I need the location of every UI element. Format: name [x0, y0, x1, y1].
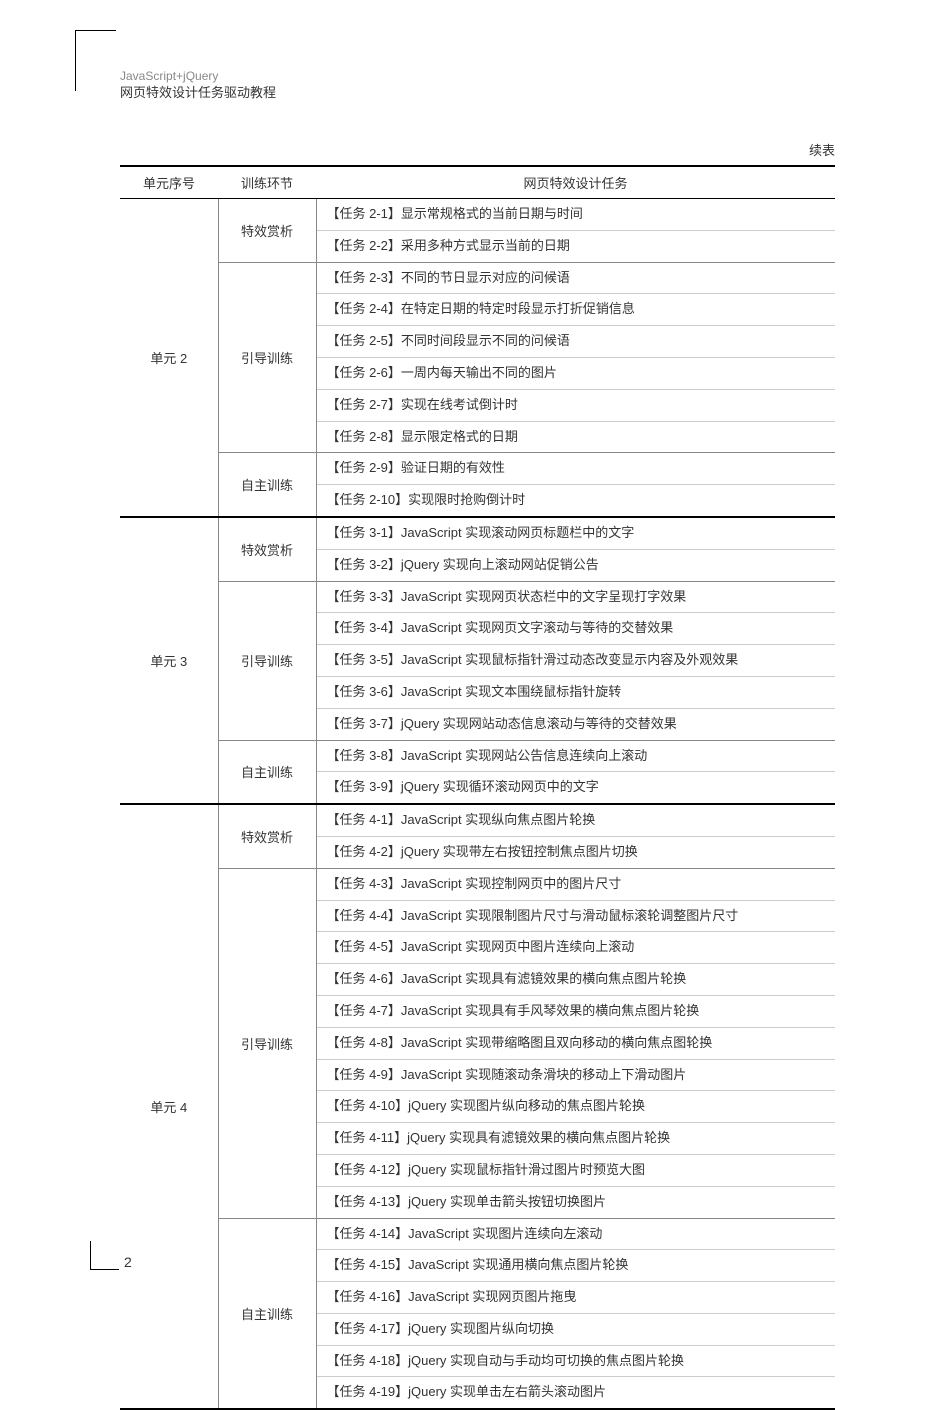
tasks-cell: 【任务 3-3】JavaScript 实现网页状态栏中的文字呈现打字效果【任务 …: [316, 581, 835, 740]
col-task: 网页特效设计任务: [316, 166, 835, 199]
phase-cell: 引导训练: [218, 868, 316, 1218]
table-row: 自主训练【任务 3-8】JavaScript 实现网站公告信息连续向上滚动【任务…: [120, 740, 835, 804]
unit-cell: 单元 3: [120, 517, 218, 804]
task-line: 【任务 3-3】JavaScript 实现网页状态栏中的文字呈现打字效果: [317, 582, 836, 614]
table-row: 引导训练【任务 4-3】JavaScript 实现控制网页中的图片尺寸【任务 4…: [120, 868, 835, 1218]
task-line: 【任务 3-1】JavaScript 实现滚动网页标题栏中的文字: [317, 518, 836, 550]
table-row: 自主训练【任务 2-9】验证日期的有效性【任务 2-10】实现限时抢购倒计时: [120, 453, 835, 517]
phase-cell: 自主训练: [218, 453, 316, 517]
task-line: 【任务 3-7】jQuery 实现网站动态信息滚动与等待的交替效果: [317, 709, 836, 740]
header-line2: 网页特效设计任务驱动教程: [120, 84, 276, 102]
task-line: 【任务 4-15】JavaScript 实现通用横向焦点图片轮换: [317, 1250, 836, 1282]
task-line: 【任务 4-4】JavaScript 实现限制图片尺寸与滑动鼠标滚轮调整图片尺寸: [317, 901, 836, 933]
phase-cell: 特效赏析: [218, 199, 316, 263]
task-line: 【任务 3-2】jQuery 实现向上滚动网站促销公告: [317, 550, 836, 581]
task-line: 【任务 4-8】JavaScript 实现带缩略图且双向移动的横向焦点图轮换: [317, 1028, 836, 1060]
task-line: 【任务 4-13】jQuery 实现单击箭头按钮切换图片: [317, 1187, 836, 1218]
task-table: 单元序号 训练环节 网页特效设计任务 单元 2特效赏析【任务 2-1】显示常规格…: [120, 165, 835, 1410]
tasks-cell: 【任务 4-14】JavaScript 实现图片连续向左滚动【任务 4-15】J…: [316, 1218, 835, 1409]
page: JavaScript+jQuery 网页特效设计任务驱动教程 续表 单元序号 训…: [0, 0, 945, 1316]
continued-label: 续表: [120, 140, 835, 159]
task-line: 【任务 2-2】采用多种方式显示当前的日期: [317, 231, 836, 262]
phase-cell: 特效赏析: [218, 517, 316, 581]
tasks-cell: 【任务 2-9】验证日期的有效性【任务 2-10】实现限时抢购倒计时: [316, 453, 835, 517]
tasks-cell: 【任务 4-1】JavaScript 实现纵向焦点图片轮换【任务 4-2】jQu…: [316, 804, 835, 868]
corner-decoration-top: [75, 30, 116, 91]
tasks-cell: 【任务 4-3】JavaScript 实现控制网页中的图片尺寸【任务 4-4】J…: [316, 868, 835, 1218]
table-row: 单元 2特效赏析【任务 2-1】显示常规格式的当前日期与时间【任务 2-2】采用…: [120, 199, 835, 263]
task-line: 【任务 2-3】不同的节日显示对应的问候语: [317, 263, 836, 295]
tasks-cell: 【任务 3-8】JavaScript 实现网站公告信息连续向上滚动【任务 3-9…: [316, 740, 835, 804]
task-line: 【任务 4-7】JavaScript 实现具有手风琴效果的横向焦点图片轮换: [317, 996, 836, 1028]
col-unit: 单元序号: [120, 166, 218, 199]
phase-cell: 自主训练: [218, 740, 316, 804]
task-line: 【任务 2-1】显示常规格式的当前日期与时间: [317, 199, 836, 231]
task-line: 【任务 4-10】jQuery 实现图片纵向移动的焦点图片轮换: [317, 1091, 836, 1123]
col-phase: 训练环节: [218, 166, 316, 199]
phase-cell: 引导训练: [218, 262, 316, 453]
task-line: 【任务 4-9】JavaScript 实现随滚动条滑块的移动上下滑动图片: [317, 1060, 836, 1092]
running-header: JavaScript+jQuery 网页特效设计任务驱动教程: [120, 68, 276, 102]
task-line: 【任务 3-8】JavaScript 实现网站公告信息连续向上滚动: [317, 741, 836, 773]
task-line: 【任务 2-5】不同时间段显示不同的问候语: [317, 326, 836, 358]
task-line: 【任务 4-5】JavaScript 实现网页中图片连续向上滚动: [317, 932, 836, 964]
table-row: 引导训练【任务 3-3】JavaScript 实现网页状态栏中的文字呈现打字效果…: [120, 581, 835, 740]
table-row: 自主训练【任务 4-14】JavaScript 实现图片连续向左滚动【任务 4-…: [120, 1218, 835, 1409]
task-line: 【任务 3-5】JavaScript 实现鼠标指针滑过动态改变显示内容及外观效果: [317, 645, 836, 677]
task-line: 【任务 4-11】jQuery 实现具有滤镜效果的横向焦点图片轮换: [317, 1123, 836, 1155]
task-line: 【任务 2-4】在特定日期的特定时段显示打折促销信息: [317, 294, 836, 326]
tasks-cell: 【任务 3-1】JavaScript 实现滚动网页标题栏中的文字【任务 3-2】…: [316, 517, 835, 581]
task-line: 【任务 4-19】jQuery 实现单击左右箭头滚动图片: [317, 1377, 836, 1408]
task-line: 【任务 3-6】JavaScript 实现文本围绕鼠标指针旋转: [317, 677, 836, 709]
task-line: 【任务 4-3】JavaScript 实现控制网页中的图片尺寸: [317, 869, 836, 901]
task-line: 【任务 2-7】实现在线考试倒计时: [317, 390, 836, 422]
tasks-cell: 【任务 2-1】显示常规格式的当前日期与时间【任务 2-2】采用多种方式显示当前…: [316, 199, 835, 263]
phase-cell: 引导训练: [218, 581, 316, 740]
task-line: 【任务 2-6】一周内每天输出不同的图片: [317, 358, 836, 390]
task-line: 【任务 4-17】jQuery 实现图片纵向切换: [317, 1314, 836, 1346]
unit-cell: 单元 4: [120, 804, 218, 1409]
task-line: 【任务 4-1】JavaScript 实现纵向焦点图片轮换: [317, 805, 836, 837]
task-line: 【任务 2-10】实现限时抢购倒计时: [317, 485, 836, 516]
corner-decoration-bottom: [90, 1241, 119, 1270]
unit-cell: 单元 2: [120, 199, 218, 517]
task-line: 【任务 2-9】验证日期的有效性: [317, 453, 836, 485]
task-line: 【任务 4-16】JavaScript 实现网页图片拖曳: [317, 1282, 836, 1314]
task-line: 【任务 4-12】jQuery 实现鼠标指针滑过图片时预览大图: [317, 1155, 836, 1187]
task-line: 【任务 3-9】jQuery 实现循环滚动网页中的文字: [317, 772, 836, 803]
table-row: 单元 4特效赏析【任务 4-1】JavaScript 实现纵向焦点图片轮换【任务…: [120, 804, 835, 868]
task-line: 【任务 4-6】JavaScript 实现具有滤镜效果的横向焦点图片轮换: [317, 964, 836, 996]
table-row: 引导训练【任务 2-3】不同的节日显示对应的问候语【任务 2-4】在特定日期的特…: [120, 262, 835, 453]
phase-cell: 自主训练: [218, 1218, 316, 1409]
phase-cell: 特效赏析: [218, 804, 316, 868]
table-row: 单元 3特效赏析【任务 3-1】JavaScript 实现滚动网页标题栏中的文字…: [120, 517, 835, 581]
table-header-row: 单元序号 训练环节 网页特效设计任务: [120, 166, 835, 199]
task-line: 【任务 4-14】JavaScript 实现图片连续向左滚动: [317, 1219, 836, 1251]
task-line: 【任务 3-4】JavaScript 实现网页文字滚动与等待的交替效果: [317, 613, 836, 645]
task-line: 【任务 2-8】显示限定格式的日期: [317, 422, 836, 453]
table-body: 单元 2特效赏析【任务 2-1】显示常规格式的当前日期与时间【任务 2-2】采用…: [120, 199, 835, 1410]
task-line: 【任务 4-2】jQuery 实现带左右按钮控制焦点图片切换: [317, 837, 836, 868]
tasks-cell: 【任务 2-3】不同的节日显示对应的问候语【任务 2-4】在特定日期的特定时段显…: [316, 262, 835, 453]
header-line1: JavaScript+jQuery: [120, 68, 276, 84]
page-number: 2: [124, 1254, 132, 1270]
task-line: 【任务 4-18】jQuery 实现自动与手动均可切换的焦点图片轮换: [317, 1346, 836, 1378]
